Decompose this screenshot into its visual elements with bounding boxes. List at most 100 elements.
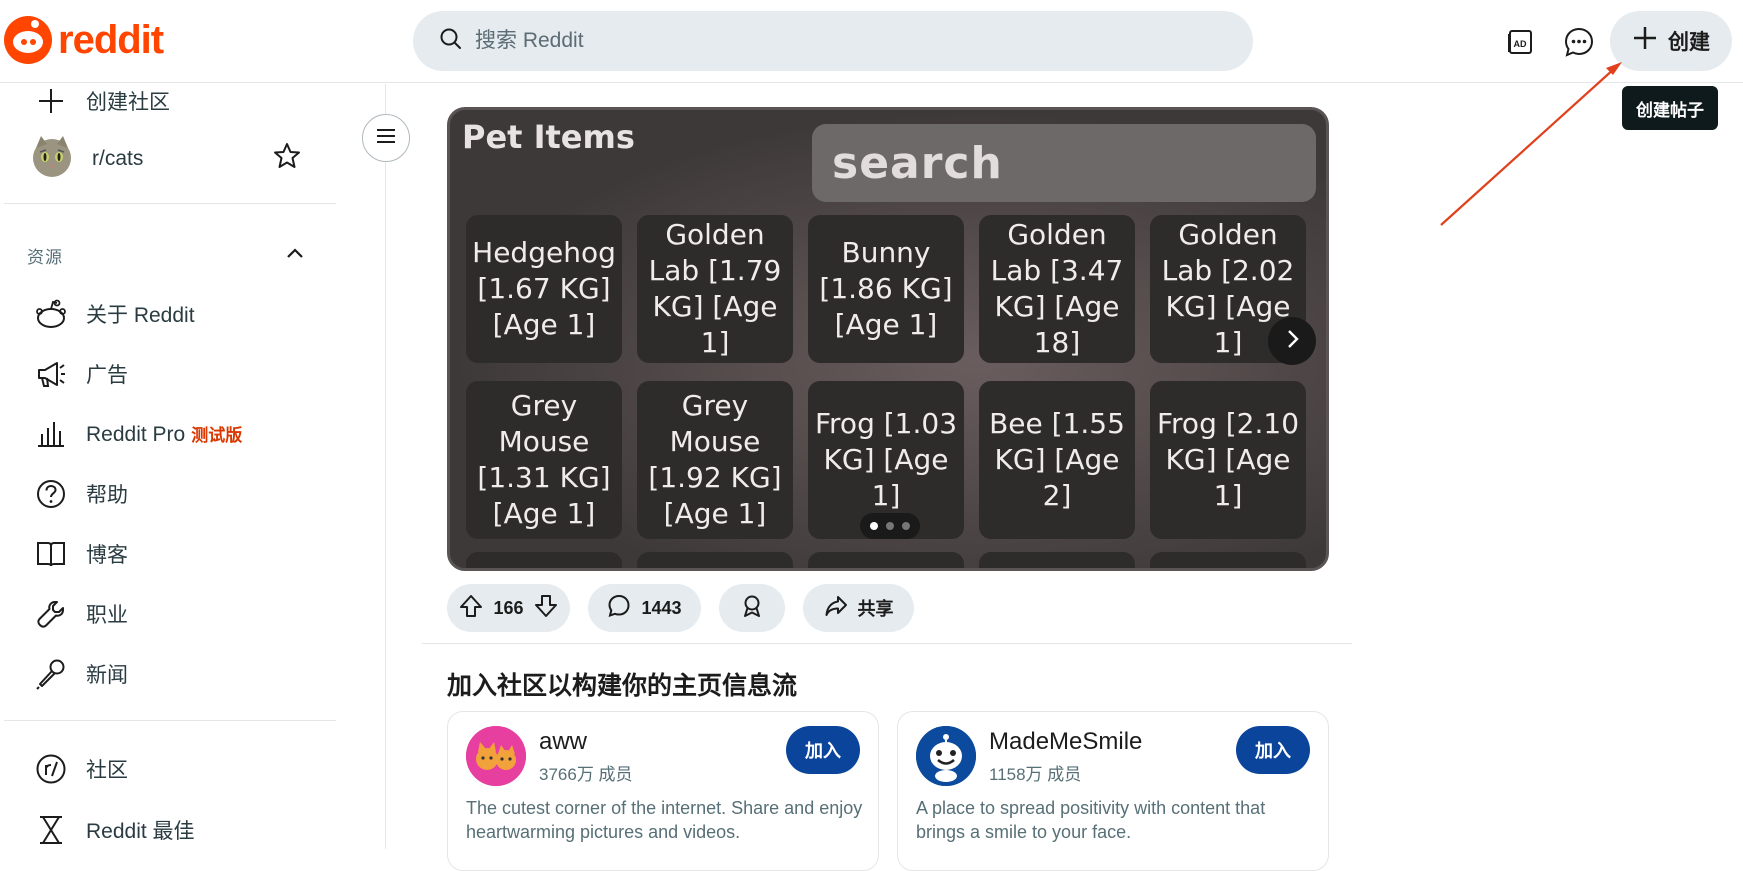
aww-avatar-icon (466, 726, 526, 786)
sidebar-item-help[interactable]: 帮助 (34, 477, 128, 511)
suggestions-heading: 加入社区以构建你的主页信息流 (447, 672, 798, 700)
sidebar-item-rcats[interactable]: r/cats (30, 134, 143, 184)
share-label: 共享 (857, 599, 894, 619)
create-community-label: 创建社区 (86, 91, 170, 114)
share-icon (824, 594, 848, 623)
sidebar-divider (4, 720, 336, 721)
award-icon (740, 594, 764, 623)
svg-text:AD: AD (1514, 39, 1527, 49)
chevron-up-icon[interactable] (284, 242, 306, 269)
join-button[interactable]: 加入 (1236, 726, 1310, 774)
sidebar-item-label: 职业 (86, 604, 128, 627)
left-sidebar: 创建社区 r/cats 资源 关于 Reddit 广告 Reddit Pro 测试… (0, 84, 386, 849)
pet-tile-partial (466, 552, 622, 568)
sidebar-item-careers[interactable]: 职业 (34, 597, 128, 631)
megaphone-icon (34, 357, 68, 391)
plus-icon (34, 84, 68, 118)
reddit-snoo-icon (4, 16, 52, 64)
game-search-box: search (812, 124, 1316, 202)
post-image-carousel[interactable]: Pet Items search Hedgehog [1.67 KG] [Age… (447, 107, 1329, 571)
sidebar-item-press[interactable]: 新闻 (34, 657, 128, 691)
pet-tile-partial (1150, 552, 1306, 568)
comments-button[interactable]: 1443 (588, 584, 701, 632)
microphone-icon (34, 657, 68, 691)
pet-tile-partial (979, 552, 1135, 568)
sidebar-item-label: Reddit Pro (86, 423, 186, 446)
community-card[interactable]: MadeMeSmile 1158万 成员 加入 A place to sprea… (897, 711, 1329, 871)
carousel-next-button[interactable] (1268, 317, 1316, 365)
downvote-icon[interactable] (534, 594, 558, 623)
pet-tile: Bunny [1.86 KG] [Age 1] (808, 215, 964, 363)
mademesmile-avatar-icon (916, 726, 976, 786)
sidebar-item-label: 帮助 (86, 484, 128, 507)
sidebar-divider (4, 203, 336, 204)
sidebar-item-communities[interactable]: 社区 (34, 752, 128, 786)
pet-tile: Grey Mouse [1.92 KG] [Age 1] (637, 381, 793, 539)
cat-avatar-icon (30, 134, 74, 184)
chat-icon[interactable] (1559, 22, 1599, 62)
pet-tile: Hedgehog [1.67 KG] [Age 1] (466, 215, 622, 363)
create-community-item[interactable]: 创建社区 (34, 84, 170, 118)
pet-tile: Frog [2.10 KG] [Age 1] (1150, 381, 1306, 539)
carousel-dot[interactable] (902, 522, 910, 530)
community-name[interactable]: MadeMeSmile (989, 728, 1142, 756)
carousel-dot[interactable] (886, 522, 894, 530)
chevron-right-icon (1281, 328, 1303, 355)
sidebar-item-about-reddit[interactable]: 关于 Reddit (34, 297, 195, 331)
vote-control: 166 (447, 584, 570, 632)
subreddit-label: r/cats (92, 147, 144, 170)
top-header: reddit AD 创建 (0, 0, 1743, 83)
sidebar-item-ads[interactable]: 广告 (34, 357, 128, 391)
community-name[interactable]: aww (539, 728, 587, 756)
sidebar-item-blog[interactable]: 博客 (34, 537, 128, 571)
share-button[interactable]: 共享 (803, 584, 914, 632)
book-icon (34, 537, 68, 571)
logo-text: reddit (58, 17, 164, 62)
favorite-star-icon[interactable] (272, 141, 302, 176)
sidebar-item-label: 新闻 (86, 664, 128, 687)
community-description: The cutest corner of the internet. Share… (466, 798, 863, 842)
hourglass-icon (34, 813, 68, 847)
pet-tile-partial (808, 552, 964, 568)
pet-tile: Golden Lab [3.47 KG] [Age 18] (979, 215, 1135, 363)
sidebar-item-label: 广告 (86, 364, 128, 387)
help-icon (34, 477, 68, 511)
reddit-alien-icon (34, 297, 68, 331)
post-divider (422, 643, 1352, 644)
sidebar-item-label: 博客 (86, 544, 128, 567)
upvote-icon[interactable] (459, 594, 483, 623)
sidebar-item-label: 社区 (86, 759, 128, 782)
vote-count: 166 (493, 597, 524, 618)
communities-icon (34, 752, 68, 786)
advertise-icon[interactable]: AD (1500, 22, 1540, 62)
sidebar-item-label: Reddit 最佳 (86, 820, 195, 843)
reddit-logo[interactable]: reddit (4, 16, 164, 64)
plus-icon (1632, 25, 1658, 57)
join-button[interactable]: 加入 (786, 726, 860, 774)
resources-section-label: 资源 (27, 248, 63, 267)
create-post-tooltip: 创建帖子 (1622, 86, 1718, 130)
pet-items-title: Pet Items (462, 118, 635, 156)
community-card[interactable]: aww 3766万 成员 加入 The cutest corner of the… (447, 711, 879, 871)
member-count: 1158万 成员 (989, 765, 1082, 784)
pet-tile-partial (637, 552, 793, 568)
comment-icon (607, 594, 631, 623)
search-icon (439, 27, 463, 56)
wrench-icon (34, 597, 68, 631)
comment-count: 1443 (641, 597, 682, 618)
award-button[interactable] (719, 584, 785, 632)
sidebar-item-best-of-reddit[interactable]: Reddit 最佳 (34, 813, 195, 847)
carousel-dot[interactable] (870, 522, 878, 530)
menu-icon (374, 124, 398, 153)
sidebar-item-label: 关于 Reddit (86, 304, 195, 327)
member-count: 3766万 成员 (539, 765, 633, 784)
search-input[interactable] (475, 29, 1175, 53)
pet-tile: Grey Mouse [1.31 KG] [Age 1] (466, 381, 622, 539)
pet-tile: Bee [1.55 KG] [Age 2] (979, 381, 1135, 539)
pet-tile: Golden Lab [1.79 KG] [Age 1] (637, 215, 793, 363)
create-label: 创建 (1668, 31, 1710, 54)
sidebar-item-reddit-pro[interactable]: Reddit Pro 测试版 (34, 417, 242, 451)
search-bar[interactable] (413, 11, 1253, 71)
collapse-sidebar-button[interactable] (362, 114, 410, 162)
create-post-button[interactable]: 创建 (1610, 11, 1732, 71)
